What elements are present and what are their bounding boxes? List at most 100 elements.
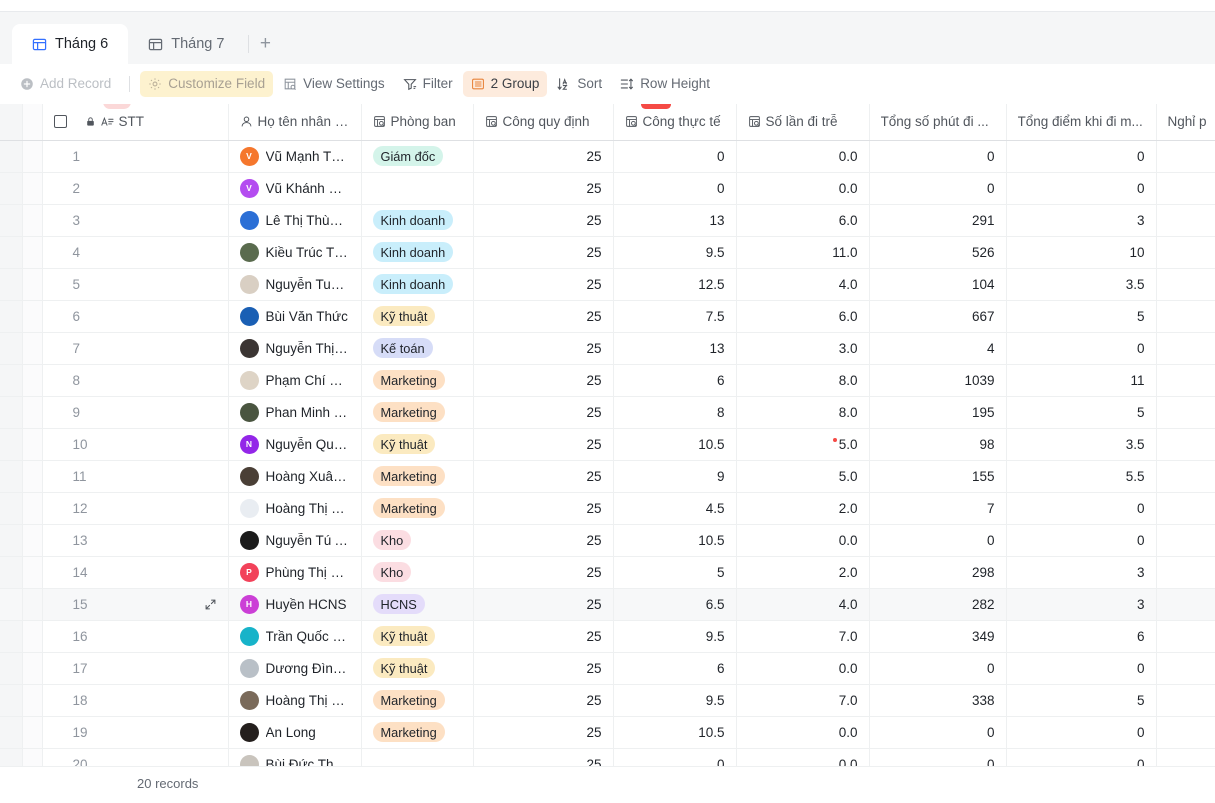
cell-tong-so-phut[interactable]: 98 bbox=[869, 428, 1007, 461]
cell-department[interactable]: Kỹ thuật bbox=[361, 620, 474, 653]
cell-employee-name[interactable]: V Vũ Mạnh Thắng bbox=[228, 140, 362, 173]
cell-so-lan-di-tre[interactable]: 0.0 bbox=[736, 524, 870, 557]
cell-stt[interactable]: 7 bbox=[42, 332, 229, 365]
cell-employee-name[interactable]: V Vũ Khánh Huyền bbox=[228, 172, 362, 205]
cell-tong-diem[interactable]: 3 bbox=[1006, 204, 1157, 237]
add-record-button[interactable]: Add Record bbox=[12, 71, 119, 97]
cell-nghi-phep[interactable] bbox=[1156, 588, 1215, 621]
cell-tong-diem[interactable]: 5.5 bbox=[1006, 460, 1157, 493]
cell-nghi-phep[interactable] bbox=[1156, 460, 1215, 493]
table-row[interactable]: 19 An Long Marketing 25 10.5 0.0 0 0 bbox=[0, 716, 1215, 749]
cell-so-lan-di-tre[interactable]: 3.0 bbox=[736, 332, 870, 365]
column-header-nghi-phep[interactable]: Nghỉ p bbox=[1156, 104, 1215, 141]
cell-department[interactable]: Kho bbox=[361, 556, 474, 589]
cell-cong-quy-dinh[interactable]: 25 bbox=[473, 460, 614, 493]
cell-nghi-phep[interactable] bbox=[1156, 652, 1215, 685]
cell-tong-diem[interactable]: 0 bbox=[1006, 748, 1157, 766]
cell-cong-thuc-te[interactable]: 13 bbox=[613, 332, 737, 365]
cell-department[interactable]: Kỹ thuật bbox=[361, 428, 474, 461]
cell-department[interactable]: Kế toán bbox=[361, 332, 474, 365]
cell-stt[interactable]: 11 bbox=[42, 460, 229, 493]
cell-nghi-phep[interactable] bbox=[1156, 524, 1215, 557]
cell-department[interactable]: Kỹ thuật bbox=[361, 652, 474, 685]
cell-tong-so-phut[interactable]: 526 bbox=[869, 236, 1007, 269]
tab-thang-7[interactable]: Tháng 7 bbox=[128, 24, 244, 64]
cell-cong-quy-dinh[interactable]: 25 bbox=[473, 492, 614, 525]
cell-cong-quy-dinh[interactable]: 25 bbox=[473, 588, 614, 621]
cell-stt[interactable]: 5 bbox=[42, 268, 229, 301]
cell-tong-so-phut[interactable]: 195 bbox=[869, 396, 1007, 429]
cell-employee-name[interactable]: Nguyễn Tú An bbox=[228, 524, 362, 557]
table-row[interactable]: 8 Phạm Chí Nguyên Marketing 25 6 8.0 1039 11 bbox=[0, 364, 1215, 397]
cell-stt[interactable]: 6 bbox=[42, 300, 229, 333]
cell-so-lan-di-tre[interactable]: 0.0 bbox=[736, 716, 870, 749]
cell-stt[interactable]: 19 bbox=[42, 716, 229, 749]
cell-so-lan-di-tre[interactable]: 2.0 bbox=[736, 556, 870, 589]
cell-cong-quy-dinh[interactable]: 25 bbox=[473, 268, 614, 301]
cell-employee-name[interactable]: Phan Minh Thắng bbox=[228, 396, 362, 429]
table-row[interactable]: 7 Nguyễn Thị Linh ... Kế toán 25 13 3.0 4 0 bbox=[0, 332, 1215, 365]
cell-cong-thuc-te[interactable]: 0 bbox=[613, 140, 737, 173]
cell-stt[interactable]: 1 bbox=[42, 140, 229, 173]
cell-nghi-phep[interactable] bbox=[1156, 268, 1215, 301]
cell-department[interactable] bbox=[361, 172, 474, 205]
cell-department[interactable]: Marketing bbox=[361, 460, 474, 493]
column-header-tong-diem[interactable]: Tổng điểm khi đi m... bbox=[1006, 104, 1157, 141]
cell-department[interactable]: Kinh doanh bbox=[361, 268, 474, 301]
cell-cong-quy-dinh[interactable]: 25 bbox=[473, 172, 614, 205]
table-row[interactable]: 2 V Vũ Khánh Huyền 25 0 0.0 0 0 bbox=[0, 172, 1215, 205]
cell-so-lan-di-tre[interactable]: 5.0 bbox=[736, 460, 870, 493]
cell-nghi-phep[interactable] bbox=[1156, 748, 1215, 766]
cell-cong-quy-dinh[interactable]: 25 bbox=[473, 140, 614, 173]
cell-cong-thuc-te[interactable]: 6 bbox=[613, 652, 737, 685]
column-header-stt[interactable]: STT bbox=[42, 104, 229, 141]
cell-cong-quy-dinh[interactable]: 25 bbox=[473, 236, 614, 269]
cell-cong-quy-dinh[interactable]: 25 bbox=[473, 684, 614, 717]
cell-nghi-phep[interactable] bbox=[1156, 716, 1215, 749]
cell-nghi-phep[interactable] bbox=[1156, 300, 1215, 333]
table-row[interactable]: 15 H Huyền HCNS HCNS 25 6.5 4.0 282 3 bbox=[0, 588, 1215, 621]
cell-cong-quy-dinh[interactable]: 25 bbox=[473, 620, 614, 653]
cell-employee-name[interactable]: Nguyễn Tuấn Anh bbox=[228, 268, 362, 301]
column-header-so-lan-di-tre[interactable]: Số lần đi trễ bbox=[736, 104, 870, 141]
cell-so-lan-di-tre[interactable]: 8.0 bbox=[736, 364, 870, 397]
cell-tong-so-phut[interactable]: 282 bbox=[869, 588, 1007, 621]
cell-cong-thuc-te[interactable]: 13 bbox=[613, 204, 737, 237]
cell-so-lan-di-tre[interactable]: 0.0 bbox=[736, 172, 870, 205]
cell-cong-thuc-te[interactable]: 4.5 bbox=[613, 492, 737, 525]
cell-cong-thuc-te[interactable]: 5 bbox=[613, 556, 737, 589]
cell-so-lan-di-tre[interactable]: 6.0 bbox=[736, 204, 870, 237]
cell-nghi-phep[interactable] bbox=[1156, 332, 1215, 365]
expand-record-icon[interactable] bbox=[204, 598, 217, 611]
table-row[interactable]: 4 Kiều Trúc Tùng Kinh doanh 25 9.5 11.0 526 10 bbox=[0, 236, 1215, 269]
cell-stt[interactable]: 10 bbox=[42, 428, 229, 461]
table-row[interactable]: 11 Hoàng Xuân Duy Marketing 25 9 5.0 155 5.5 bbox=[0, 460, 1215, 493]
cell-employee-name[interactable]: Hoàng Xuân Duy bbox=[228, 460, 362, 493]
cell-tong-diem[interactable]: 6 bbox=[1006, 620, 1157, 653]
cell-tong-diem[interactable]: 0 bbox=[1006, 140, 1157, 173]
table-row[interactable]: 18 Hoàng Thị Quỳnh... Marketing 25 9.5 7.0 338… bbox=[0, 684, 1215, 717]
cell-stt[interactable]: 14 bbox=[42, 556, 229, 589]
cell-so-lan-di-tre[interactable]: 6.0 bbox=[736, 300, 870, 333]
cell-so-lan-di-tre[interactable]: 8.0 bbox=[736, 396, 870, 429]
cell-nghi-phep[interactable] bbox=[1156, 140, 1215, 173]
cell-cong-thuc-te[interactable]: 0 bbox=[613, 172, 737, 205]
column-header-cong-thuc-te[interactable]: Công thực tế bbox=[613, 104, 737, 141]
cell-stt[interactable]: 4 bbox=[42, 236, 229, 269]
cell-so-lan-di-tre[interactable]: 7.0 bbox=[736, 620, 870, 653]
cell-tong-diem[interactable]: 5 bbox=[1006, 396, 1157, 429]
cell-tong-diem[interactable]: 0 bbox=[1006, 172, 1157, 205]
cell-cong-quy-dinh[interactable]: 25 bbox=[473, 364, 614, 397]
cell-stt[interactable]: 3 bbox=[42, 204, 229, 237]
cell-tong-so-phut[interactable]: 0 bbox=[869, 716, 1007, 749]
cell-so-lan-di-tre[interactable]: 4.0 bbox=[736, 268, 870, 301]
cell-department[interactable]: Marketing bbox=[361, 492, 474, 525]
cell-cong-quy-dinh[interactable]: 25 bbox=[473, 396, 614, 429]
table-row[interactable]: 9 Phan Minh Thắng Marketing 25 8 8.0 195 5 bbox=[0, 396, 1215, 429]
cell-nghi-phep[interactable] bbox=[1156, 620, 1215, 653]
cell-nghi-phep[interactable] bbox=[1156, 492, 1215, 525]
cell-employee-name[interactable]: Bùi Văn Thức bbox=[228, 300, 362, 333]
cell-so-lan-di-tre[interactable]: 7.0 bbox=[736, 684, 870, 717]
cell-stt[interactable]: 20 bbox=[42, 748, 229, 766]
cell-so-lan-di-tre[interactable]: 5.0 bbox=[736, 428, 870, 461]
